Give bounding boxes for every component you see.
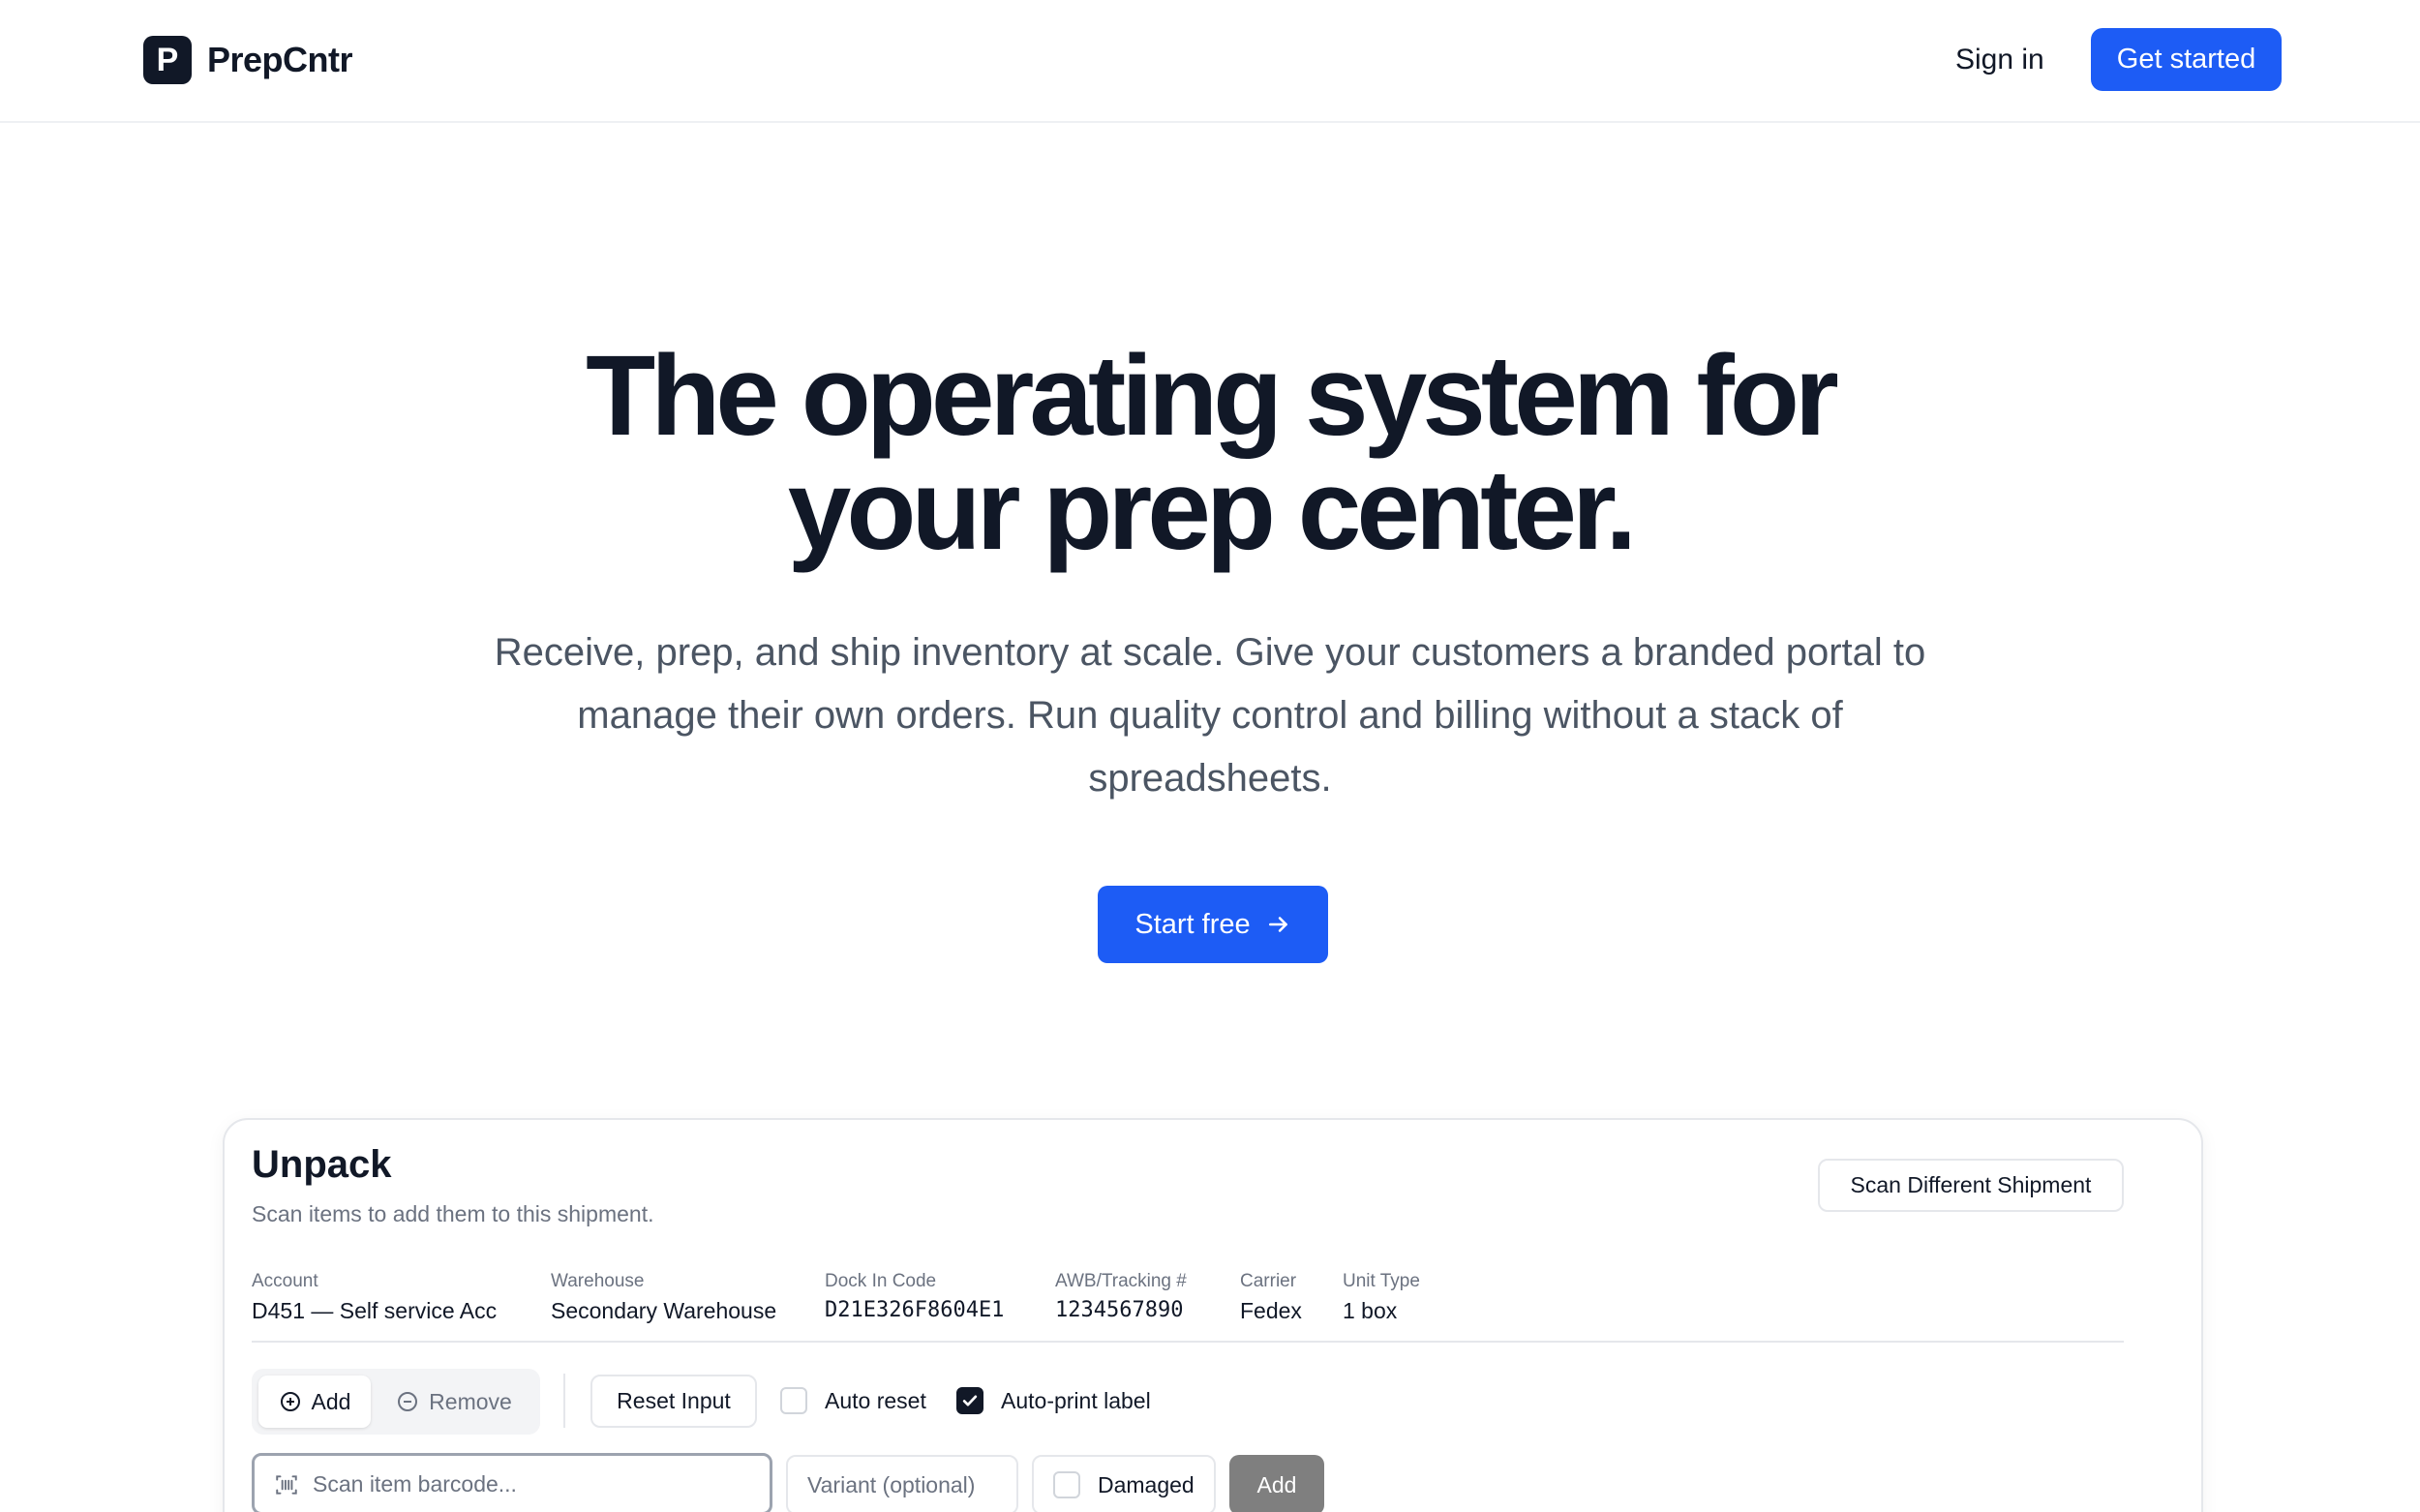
mode-add-label: Add [311,1388,351,1414]
brand-name: PrepCntr [207,40,353,79]
auto-print-option[interactable]: Auto-print label [956,1387,1151,1414]
arrow-right-icon [1268,917,1287,932]
auto-reset-checkbox[interactable] [780,1387,807,1414]
headline-line-1: The operating system for [586,332,1839,460]
meta-divider [252,1341,2124,1343]
start-free-label: Start free [1134,908,1251,940]
hero-headline: The operating system for your prep cente… [339,339,2081,567]
minus-circle-icon [398,1392,418,1411]
brand-logo[interactable]: P PrepCntr [143,36,353,84]
variant-input[interactable] [786,1455,1018,1512]
meta-tracking: AWB/Tracking # 1234567890 [1055,1271,1187,1322]
meta-label: Account [252,1271,318,1291]
toolbar-separator [563,1374,565,1428]
meta-value: 1 box [1343,1298,1398,1323]
auto-print-label: Auto-print label [1001,1387,1151,1413]
mode-toggle: Add Remove [252,1369,540,1435]
start-free-button[interactable]: Start free [1098,886,1328,963]
meta-account: Account D451 — Self service Acc [252,1271,497,1324]
meta-label: Warehouse [551,1271,645,1291]
scan-different-shipment-button[interactable]: Scan Different Shipment [1818,1159,2124,1212]
auto-print-checkbox[interactable] [956,1387,983,1414]
meta-value: Secondary Warehouse [551,1298,777,1323]
sign-in-link[interactable]: Sign in [1955,39,2044,81]
unpack-card: Unpack Scan items to add them to this sh… [223,1118,2203,1512]
meta-dock-in-code: Dock In Code D21E326F8604E1 [825,1271,1004,1322]
meta-value: D451 — Self service Acc [252,1298,498,1323]
meta-label: Dock In Code [825,1271,937,1291]
hero-subtext: Receive, prep, and ship inventory at sca… [494,631,1926,800]
auto-reset-option[interactable]: Auto reset [780,1387,926,1414]
card-subtitle: Scan items to add them to this shipment. [252,1201,654,1226]
meta-warehouse: Warehouse Secondary Warehouse [551,1271,776,1324]
auto-reset-label: Auto reset [825,1387,926,1413]
plus-circle-icon [280,1392,300,1411]
card-title: Unpack [252,1143,392,1186]
meta-carrier: Carrier Fedex [1240,1271,1302,1324]
damaged-option[interactable]: Damaged [1032,1455,1216,1512]
barcode-input[interactable] [313,1456,758,1512]
mode-remove-button[interactable]: Remove [376,1376,532,1428]
meta-label: AWB/Tracking # [1055,1271,1187,1291]
mode-remove-label: Remove [429,1388,512,1414]
meta-label: Unit Type [1343,1271,1420,1291]
headline-line-2: your prep center. [787,446,1637,574]
meta-value: 1234567890 [1055,1298,1184,1322]
site-header: P PrepCntr Sign in Get started [0,0,2420,123]
damaged-checkbox[interactable] [1053,1471,1080,1498]
get-started-button[interactable]: Get started [2091,28,2282,91]
meta-value: Fedex [1240,1298,1302,1323]
mode-add-button[interactable]: Add [258,1376,371,1428]
damaged-label: Damaged [1098,1471,1195,1497]
barcode-scan-icon [276,1475,297,1495]
add-item-button[interactable]: Add [1229,1455,1324,1512]
check-icon [962,1395,978,1406]
barcode-field[interactable] [252,1453,772,1512]
meta-value: D21E326F8604E1 [825,1298,1005,1322]
meta-unit-type: Unit Type 1 box [1343,1271,1420,1324]
reset-input-button[interactable]: Reset Input [590,1375,757,1428]
meta-label: Carrier [1240,1271,1297,1291]
logo-icon: P [143,36,192,84]
